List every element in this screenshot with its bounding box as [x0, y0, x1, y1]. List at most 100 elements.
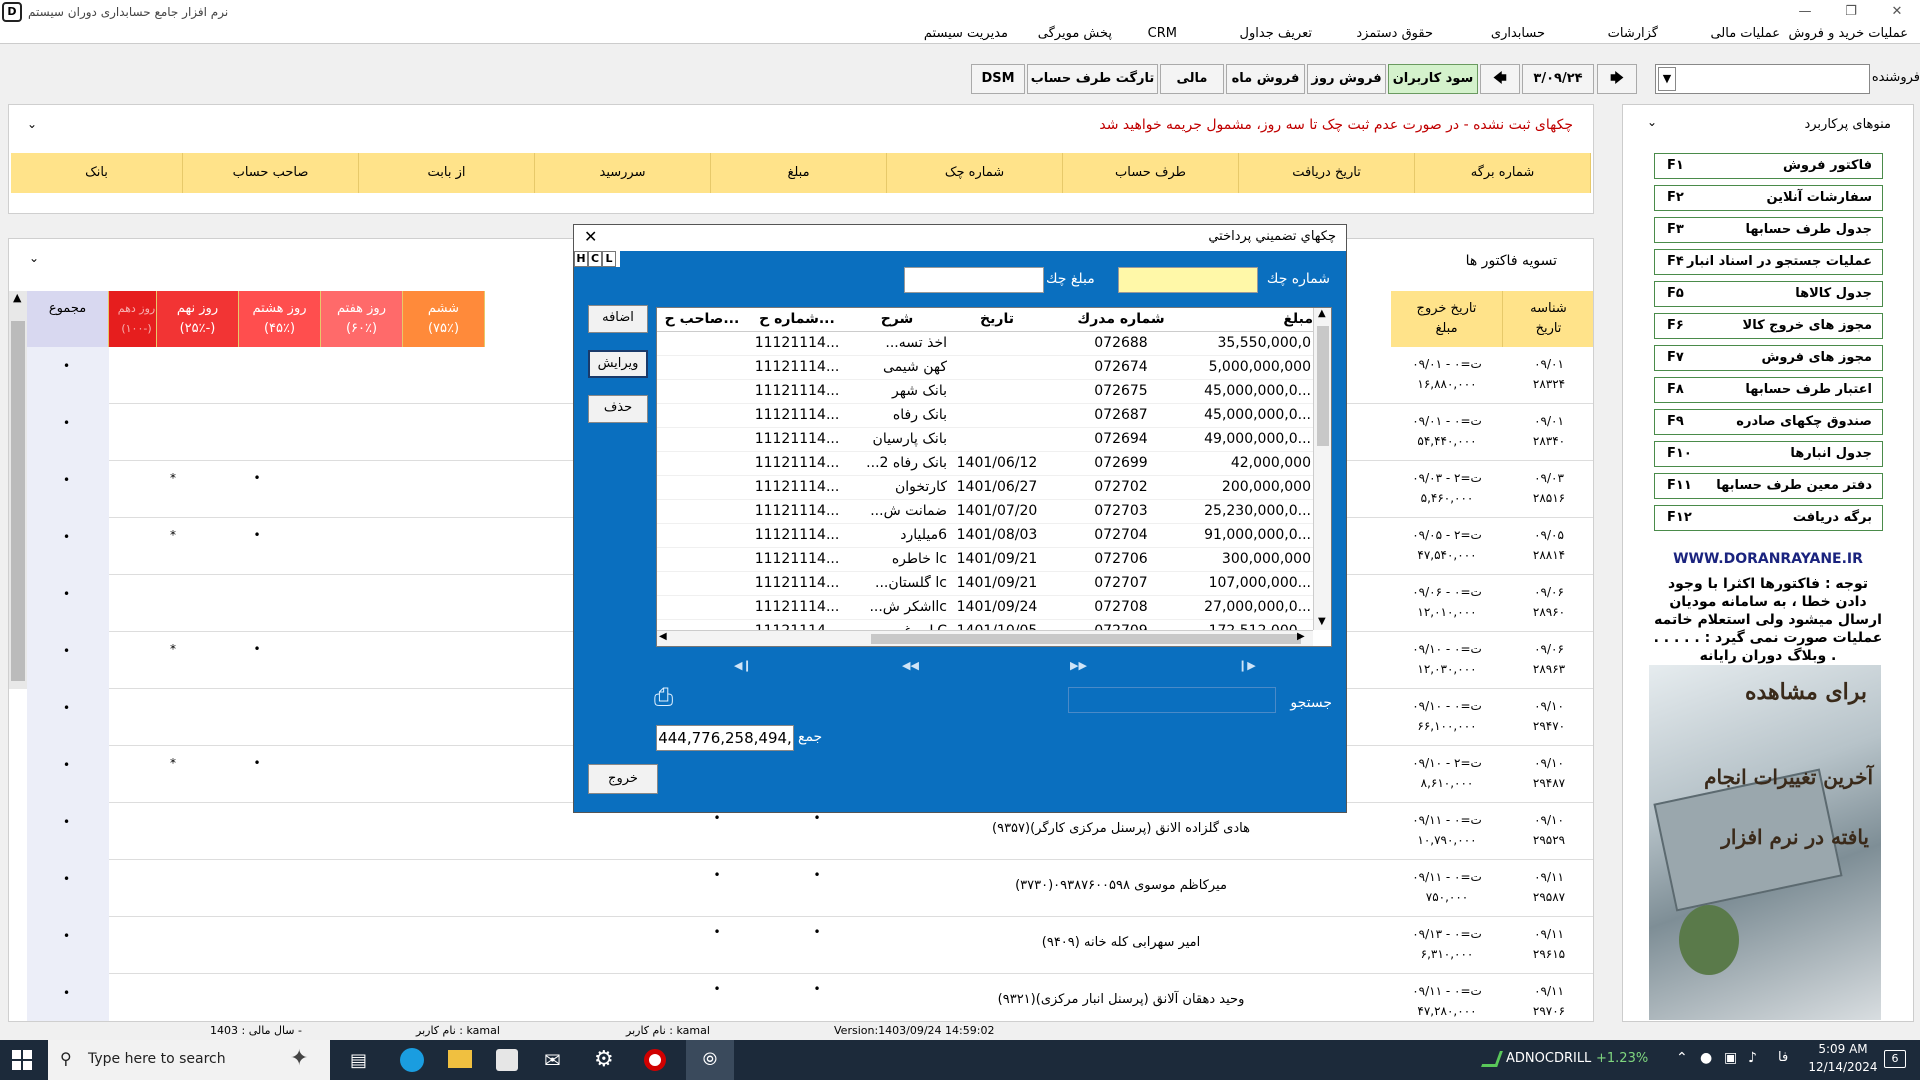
- print-icon[interactable]: ⎙: [654, 683, 682, 711]
- menu-tables[interactable]: تعریف جداول: [1240, 24, 1312, 44]
- menu-crm[interactable]: CRM: [1148, 24, 1177, 44]
- promo-image[interactable]: برای مشاهده آخرین تغییرات انجام یافته در…: [1649, 665, 1881, 1020]
- record-icon[interactable]: [644, 1049, 666, 1071]
- quick-menu-item[interactable]: دفتر معین طرف حسابها F۱۱: [1654, 473, 1883, 499]
- clock-date[interactable]: 12/14/2024: [1808, 1060, 1878, 1074]
- microphone-icon[interactable]: ●: [1700, 1050, 1712, 1066]
- table-row[interactable]: 25,230,000,0... 072703 1401/07/20 ضمانت ش..…: [657, 500, 1313, 524]
- daily-sales-button[interactable]: فروش روز: [1307, 64, 1386, 94]
- chevron-down-icon[interactable]: ▼: [1658, 67, 1676, 91]
- user-profit-button[interactable]: سود کاربران: [1388, 64, 1478, 94]
- scroll-down-icon[interactable]: ▼: [1318, 616, 1326, 627]
- windows-start-icon[interactable]: [12, 1050, 32, 1070]
- menu-reports[interactable]: گزارشات: [1608, 24, 1658, 44]
- quick-menu-item[interactable]: فاکتور فروش F۱: [1654, 153, 1883, 179]
- accounting-app-icon[interactable]: ⦾: [686, 1040, 734, 1080]
- file-explorer-icon[interactable]: [448, 1050, 472, 1068]
- table-row[interactable]: 5,000,000,000 072674 کهن شیمی 11121114...: [657, 356, 1313, 380]
- menu-accounting[interactable]: حسابداری: [1491, 24, 1545, 44]
- scroll-up-icon[interactable]: ▲: [1318, 308, 1326, 319]
- notification-icon[interactable]: 6: [1884, 1050, 1906, 1068]
- vertical-scrollbar[interactable]: ▲: [9, 291, 27, 689]
- scroll-up-icon[interactable]: ▲: [13, 291, 21, 304]
- quick-menu-item[interactable]: جدول کالاها F۵: [1654, 281, 1883, 307]
- quick-menu-item[interactable]: مجوز های فروش F۷: [1654, 345, 1883, 371]
- language-indicator[interactable]: فا: [1778, 1050, 1788, 1065]
- scroll-right-icon[interactable]: ▶: [1297, 631, 1305, 642]
- dialog-close-icon[interactable]: ✕: [584, 227, 597, 246]
- next-record-icon[interactable]: ▶▶: [1070, 659, 1087, 672]
- quick-menu-item[interactable]: مجوز های خروج کالا F۶: [1654, 313, 1883, 339]
- l-button[interactable]: L: [602, 251, 616, 267]
- edit-button[interactable]: ویرایش: [588, 350, 648, 378]
- restore-icon[interactable]: ❐: [1828, 0, 1874, 24]
- website-link[interactable]: WWW.DORANRAYANE.IR: [1623, 551, 1913, 567]
- task-view-icon[interactable]: ▤: [350, 1050, 367, 1071]
- table-row[interactable]: 45,000,000,0... 072675 بانک شهر 11121114...: [657, 380, 1313, 404]
- table-row[interactable]: 107,000,000... 072707 1401/09/21 lc گلستان.…: [657, 572, 1313, 596]
- edge-icon[interactable]: [400, 1048, 424, 1072]
- chevron-down-icon[interactable]: ⌄: [29, 251, 39, 265]
- exit-button[interactable]: خروج: [588, 764, 658, 794]
- target-button[interactable]: تارگت طرف حساب: [1027, 64, 1158, 94]
- stock-name[interactable]: ADNOCDRILL: [1506, 1051, 1591, 1066]
- table-row[interactable]: ۰۹/۱۱ ۲۹۵۸۷ ۰۹/۱۱ - ت=۰ ۷۵۰,۰۰۰ میرکاظم موسو…: [27, 860, 1593, 917]
- quick-menu-item[interactable]: جدول طرف حسابها F۳: [1654, 217, 1883, 243]
- quick-menu-item[interactable]: عملیات جستجو در اسناد انبار F۴: [1654, 249, 1883, 275]
- settings-gear-icon[interactable]: ⚙: [594, 1047, 614, 1072]
- table-row[interactable]: 45,000,000,0... 072687 بانک رفاه 11121114..…: [657, 404, 1313, 428]
- table-row[interactable]: 49,000,000,0... 072694 بانک پارسیان 1112111…: [657, 428, 1313, 452]
- scroll-left-icon[interactable]: ◀: [659, 631, 667, 642]
- mail-icon[interactable]: ✉: [544, 1048, 561, 1072]
- chevron-down-icon[interactable]: ⌄: [1647, 115, 1657, 129]
- prev-record-icon[interactable]: ◀◀: [902, 659, 919, 672]
- delete-button[interactable]: حذف: [588, 395, 648, 423]
- taskbar-search[interactable]: ⚲ Type here to search ✦: [48, 1040, 330, 1080]
- search-input[interactable]: [1068, 687, 1276, 713]
- minimize-icon[interactable]: —: [1782, 0, 1828, 24]
- speaker-icon[interactable]: ♪: [1748, 1050, 1757, 1066]
- close-icon[interactable]: ✕: [1874, 0, 1920, 24]
- network-icon[interactable]: ▣: [1724, 1050, 1737, 1066]
- monthly-sales-button[interactable]: فروش ماه: [1226, 64, 1305, 94]
- table-row[interactable]: ۰۹/۱۱ ۲۹۶۱۵ ۰۹/۱۳ - ت=۰ ۶,۳۱۰,۰۰۰ امیر سهراب…: [27, 917, 1593, 974]
- table-row[interactable]: ۰۹/۱۱ ۲۹۷۰۶ ۰۹/۱۱ - ت=۰ ۴۷,۲۸۰,۰۰۰ وحید دهقا…: [27, 974, 1593, 1021]
- next-date-button[interactable]: 🡆: [1597, 64, 1637, 94]
- last-record-icon[interactable]: ❙▶: [1238, 659, 1256, 672]
- scroll-thumb[interactable]: [11, 321, 25, 681]
- table-row[interactable]: 200,000,000 072702 1401/06/27 کارتخوان 11121…: [657, 476, 1313, 500]
- c-button[interactable]: C: [588, 251, 602, 267]
- menu-finance[interactable]: عملیات مالی: [1710, 24, 1780, 44]
- quick-menu-item[interactable]: برگه دریافت F۱۲: [1654, 505, 1883, 531]
- h-button[interactable]: H: [574, 251, 588, 267]
- quick-menu-item[interactable]: صندوق چکهای صادره F۹: [1654, 409, 1883, 435]
- quick-menu-item[interactable]: سفارشات آنلاین F۲: [1654, 185, 1883, 211]
- seller-select[interactable]: ▼: [1655, 64, 1870, 94]
- table-hscroll[interactable]: ◀ ▶: [657, 630, 1313, 646]
- chevron-down-icon[interactable]: ⌄: [27, 117, 37, 131]
- table-row[interactable]: 91,000,000,0... 072704 1401/08/03 6میلیارد 1…: [657, 524, 1313, 548]
- table-row[interactable]: 42,000,000 072699 1401/06/12 بانک رفاه 2...…: [657, 452, 1313, 476]
- finance-button[interactable]: مالی: [1160, 64, 1224, 94]
- quick-menu-item[interactable]: جدول انبارها F۱۰: [1654, 441, 1883, 467]
- menu-payroll[interactable]: حقوق دستمزد: [1356, 24, 1433, 44]
- check-no-input[interactable]: [1118, 267, 1258, 293]
- quick-menu-item[interactable]: اعتبار طرف حسابها F۸: [1654, 377, 1883, 403]
- chevron-up-icon[interactable]: ⌃: [1676, 1050, 1688, 1066]
- add-button[interactable]: اضافه: [588, 305, 648, 333]
- dsm-button[interactable]: DSM: [971, 64, 1025, 94]
- scroll-thumb[interactable]: [1317, 326, 1329, 446]
- prev-date-button[interactable]: 🡄: [1480, 64, 1520, 94]
- first-record-icon[interactable]: ◀❙: [734, 659, 752, 672]
- menu-system[interactable]: مدیریت سیستم: [924, 24, 1008, 44]
- clock-time[interactable]: 5:09 AM: [1808, 1042, 1878, 1056]
- check-amount-input[interactable]: [904, 267, 1044, 293]
- date-field[interactable]: ۳/۰۹/۲۴: [1522, 64, 1594, 94]
- table-row[interactable]: 35,550,000,0 072688 اخذ تسه... 11121114...: [657, 332, 1313, 356]
- menu-sales[interactable]: عملیات خرید و فروش: [1788, 24, 1908, 44]
- table-row[interactable]: 300,000,000 072706 1401/09/21 lc خاطره 11121…: [657, 548, 1313, 572]
- store-icon[interactable]: [496, 1049, 518, 1071]
- menu-distribution[interactable]: پخش مویرگی: [1038, 24, 1112, 44]
- table-vscroll[interactable]: ▲ ▼: [1313, 308, 1331, 630]
- table-row[interactable]: 27,000,000,0... 072708 1401/09/24 lcاشکر ش.…: [657, 596, 1313, 620]
